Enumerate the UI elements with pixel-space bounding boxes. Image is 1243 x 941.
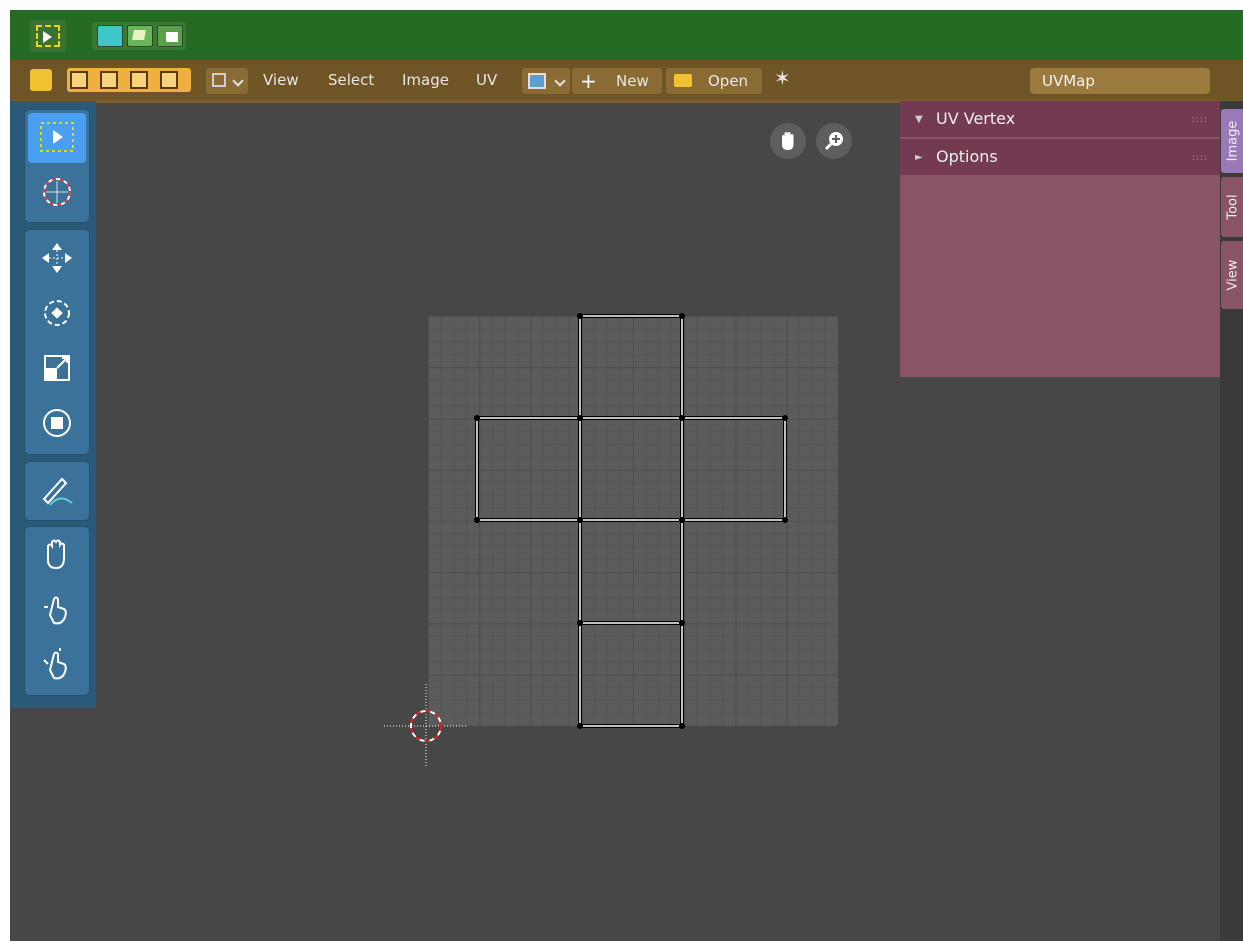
panel-options-label: Options	[936, 147, 998, 166]
tab-view[interactable]: View	[1221, 241, 1243, 309]
sidebar-panel: ▼ UV Vertex :::: ► Options ::::	[900, 101, 1220, 377]
sidebar-tabs: Image Tool View	[1220, 101, 1243, 941]
drag-grip-icon[interactable]: ::::	[1192, 115, 1208, 125]
2d-cursor-icon[interactable]	[384, 684, 468, 768]
drag-grip-icon[interactable]: ::::	[1192, 153, 1208, 163]
image-editor-window: View Select Image UV + New Open ✶ UVMap	[10, 10, 1243, 941]
expanded-triangle-icon: ▼	[915, 114, 923, 125]
panel-uv-vertex-label: UV Vertex	[936, 109, 1016, 128]
tab-tool[interactable]: Tool	[1221, 177, 1243, 237]
panel-uv-vertex[interactable]: ▼ UV Vertex ::::	[900, 101, 1220, 137]
tab-image[interactable]: Image	[1221, 109, 1243, 173]
tab-tool-label: Tool	[1225, 194, 1241, 220]
tab-image-label: Image	[1225, 120, 1241, 162]
tab-view-label: View	[1225, 259, 1241, 291]
panel-options[interactable]: ► Options ::::	[900, 139, 1220, 175]
collapsed-triangle-icon: ►	[915, 152, 923, 163]
